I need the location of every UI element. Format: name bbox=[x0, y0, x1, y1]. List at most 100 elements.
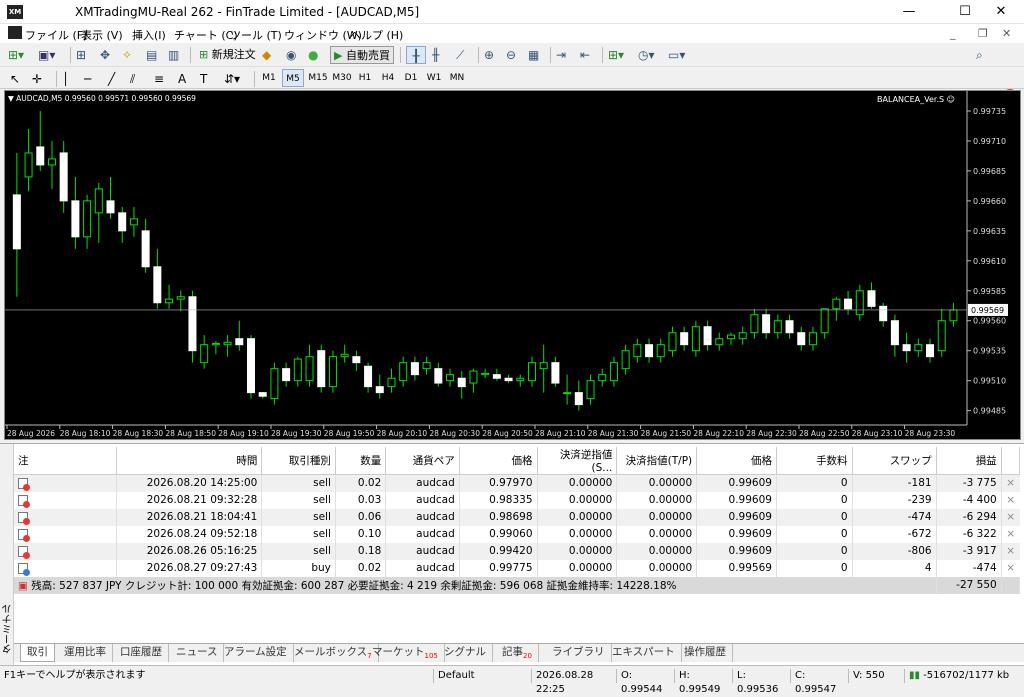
vps-icon[interactable]: ● bbox=[308, 46, 318, 64]
bar-chart-icon[interactable]: ╂ bbox=[406, 46, 426, 64]
x-tick-label: 28 Aug 21:30 bbox=[588, 429, 639, 438]
column-header[interactable]: 決済逆指値(S... bbox=[537, 447, 618, 475]
terminal-tab[interactable]: 口座履歴 bbox=[114, 644, 169, 662]
column-header[interactable]: 時間 bbox=[116, 447, 263, 475]
trade-row[interactable]: 2026.08.27 09:27:43 buy 0.02 audcad 0.99775 0… bbox=[14, 559, 1020, 577]
timeframe-m30[interactable]: M30 bbox=[330, 69, 354, 87]
mdi-close-icon[interactable]: ✕ bbox=[1002, 27, 1011, 40]
trade-row[interactable]: 2026.08.21 18:04:41 sell 0.06 audcad 0.98698… bbox=[14, 508, 1020, 526]
timeframe-m15[interactable]: M15 bbox=[306, 69, 330, 87]
terminal-tab[interactable]: マーケット105 bbox=[366, 644, 445, 662]
close-order-icon[interactable]: × bbox=[1001, 508, 1020, 526]
trade-row[interactable]: 2026.08.26 05:16:25 sell 0.18 audcad 0.99420… bbox=[14, 542, 1020, 560]
timeframe-w1[interactable]: W1 bbox=[423, 69, 445, 87]
column-header[interactable]: スワップ bbox=[852, 447, 937, 475]
zoom-out-icon[interactable]: ⊖ bbox=[506, 46, 516, 64]
close-order-icon[interactable]: × bbox=[1001, 560, 1019, 577]
horizontal-line-icon[interactable]: ─ bbox=[84, 70, 91, 88]
market-watch-icon[interactable]: ⊞ bbox=[76, 46, 86, 64]
column-header[interactable]: 価格 bbox=[696, 447, 777, 475]
search-icon[interactable]: ⌕ bbox=[976, 46, 983, 64]
vertical-line-icon[interactable]: │ bbox=[62, 70, 69, 88]
column-header[interactable]: 価格 bbox=[459, 447, 538, 475]
trendline-icon[interactable]: ╱ bbox=[108, 70, 115, 88]
tester-icon[interactable]: ▥ bbox=[168, 46, 179, 64]
profiles-icon[interactable]: ▣▾ bbox=[38, 46, 55, 64]
candlestick-icon[interactable]: ╫ bbox=[432, 46, 439, 64]
new-order-button[interactable]: ⊞ 新規注文 bbox=[196, 46, 259, 64]
fibonacci-icon[interactable]: ≡ bbox=[154, 70, 164, 88]
candle-body-bull bbox=[563, 392, 572, 395]
terminal-tab[interactable]: ニュース bbox=[170, 644, 225, 662]
terminal-icon[interactable]: ▤ bbox=[146, 46, 157, 64]
column-header[interactable]: 数量 bbox=[335, 447, 387, 475]
column-header[interactable]: 決済指値(T/P) bbox=[616, 447, 698, 475]
indicators-icon[interactable]: ⊞▾ bbox=[608, 46, 624, 64]
column-header[interactable]: 取引種別 bbox=[261, 447, 336, 475]
candle-body-bull bbox=[668, 332, 677, 352]
terminal-tab[interactable]: シグナル bbox=[438, 644, 493, 662]
terminal-tab[interactable]: 操作履歴 bbox=[678, 644, 733, 662]
text-icon[interactable]: A bbox=[178, 70, 186, 88]
chart-shift-icon[interactable]: ⇤ bbox=[580, 46, 590, 64]
column-header[interactable]: 手数料 bbox=[776, 447, 853, 475]
arrows-icon[interactable]: ⇵▾ bbox=[224, 70, 240, 88]
terminal-tab[interactable]: ライブラリ bbox=[546, 644, 612, 662]
close-order-icon[interactable]: × bbox=[1001, 492, 1019, 509]
auto-trading-button[interactable]: ▶ 自動売買 bbox=[330, 46, 394, 64]
autoscroll-icon[interactable]: ⇥ bbox=[556, 46, 566, 64]
y-tick-label: 0.99610 bbox=[973, 257, 1006, 266]
price-chart[interactable]: 0.99735 0.99710 0.99685 0.99660 0.99635 0.996… bbox=[4, 90, 1021, 440]
timeframe-m1[interactable]: M1 bbox=[258, 69, 280, 87]
text-label-icon[interactable]: T bbox=[200, 70, 207, 88]
trade-row[interactable]: 2026.08.21 09:32:28 sell 0.03 audcad 0.98335… bbox=[14, 491, 1020, 509]
trade-row[interactable]: 2026.08.24 09:52:18 sell 0.10 audcad 0.99060… bbox=[14, 525, 1020, 543]
trade-row[interactable]: 2026.08.20 14:25:00 sell 0.02 audcad 0.97970… bbox=[14, 474, 1020, 492]
navigator-icon[interactable]: ✧ bbox=[122, 46, 132, 64]
terminal-tab[interactable]: アラーム設定 bbox=[218, 644, 294, 662]
menu-help[interactable]: ヘルプ (H) bbox=[350, 27, 403, 43]
close-order-icon[interactable]: × bbox=[1001, 542, 1020, 560]
menu-insert[interactable]: 挿入(I) bbox=[132, 27, 166, 43]
timeframe-h4[interactable]: H4 bbox=[377, 69, 399, 87]
minimize-button[interactable]: — bbox=[886, 0, 932, 24]
column-header[interactable]: 損益 bbox=[936, 447, 1002, 475]
cursor-icon[interactable]: ↖ bbox=[10, 70, 20, 88]
timeframe-d1[interactable]: D1 bbox=[400, 69, 422, 87]
timeframe-h1[interactable]: H1 bbox=[354, 69, 376, 87]
timeframe-mn[interactable]: MN bbox=[446, 69, 468, 87]
candle-body-bear bbox=[153, 266, 162, 304]
templates-icon[interactable]: ▭▾ bbox=[668, 46, 685, 64]
terminal-tab[interactable]: 記事20 bbox=[496, 644, 539, 662]
menu-tools[interactable]: ツール (T) bbox=[230, 27, 282, 43]
column-header[interactable]: 通貨ペア bbox=[385, 447, 460, 475]
terminal-panel: ターミナル 注時間 取引種別 数量 通貨ペア 価格 決済逆指値(S... 決済指値(T/P)… bbox=[0, 443, 1024, 666]
close-order-icon[interactable]: × bbox=[1001, 526, 1019, 543]
line-chart-icon[interactable]: ⟋ bbox=[456, 46, 464, 64]
terminal-tab[interactable]: 取引 bbox=[20, 644, 55, 662]
mdi-restore-icon[interactable]: ❐ bbox=[978, 27, 988, 40]
tab-label: 操作履歴 bbox=[684, 646, 726, 658]
data-window-icon[interactable]: ✥ bbox=[100, 46, 110, 64]
metaeditor-icon[interactable]: ◆ bbox=[262, 46, 271, 64]
channel-icon[interactable]: ⫽ bbox=[130, 70, 135, 88]
timeframe-m5[interactable]: M5 bbox=[282, 69, 304, 87]
close-order-icon[interactable]: × bbox=[1001, 474, 1020, 492]
column-header[interactable]: 注 bbox=[14, 447, 118, 475]
zoom-in-icon[interactable]: ⊕ bbox=[484, 46, 494, 64]
menu-view[interactable]: 表示 (V) bbox=[81, 27, 123, 43]
close-button[interactable]: ✕ bbox=[978, 0, 1024, 24]
terminal-tab[interactable]: エキスパート bbox=[606, 644, 682, 662]
table-cell: 0.03 bbox=[335, 491, 387, 509]
menu-chart[interactable]: チャート (C) bbox=[174, 27, 238, 43]
signals-icon[interactable]: ◉ bbox=[286, 46, 296, 64]
tab-label: シグナル bbox=[444, 646, 486, 658]
menu-file[interactable]: ファイル (F) bbox=[25, 27, 87, 43]
tile-windows-icon[interactable]: ▦ bbox=[528, 46, 539, 64]
mdi-minimize-icon[interactable]: _ bbox=[950, 27, 956, 40]
periods-icon[interactable]: ◷▾ bbox=[638, 46, 655, 64]
terminal-tab[interactable]: 運用比率 bbox=[58, 644, 113, 662]
new-chart-icon[interactable]: ⊞▾ bbox=[8, 46, 24, 64]
crosshair-icon[interactable]: ✛ bbox=[32, 70, 42, 88]
candle bbox=[574, 380, 583, 411]
